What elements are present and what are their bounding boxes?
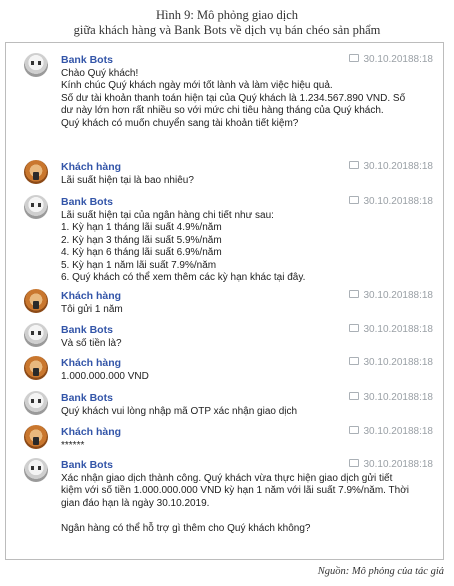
customer-avatar-icon (24, 289, 48, 313)
message-timestamp: 30.10.20188:18 (349, 161, 433, 173)
message-timestamp: 30.10.20188:18 (349, 54, 433, 66)
robot-avatar-icon (24, 391, 48, 415)
sender-name: Bank Bots (61, 324, 113, 336)
chat-bubble-icon (349, 54, 360, 62)
chat-bubble-icon (349, 290, 360, 298)
robot-avatar-icon (24, 195, 48, 219)
message-timestamp: 30.10.20188:18 (349, 357, 433, 369)
caption-subtitle: giữa khách hàng và Bank Bots về dịch vụ … (73, 23, 381, 37)
sender-name: Khách hàng (61, 161, 122, 173)
message-text: Chào Quý khách! Kính chúc Quý khách ngày… (61, 68, 406, 129)
message-timestamp: 30.10.20188:18 (349, 324, 433, 336)
message-text: ****** (61, 440, 85, 451)
chat-bubble-icon (349, 196, 360, 204)
chat-bubble-icon (349, 459, 360, 467)
sender-name: Bank Bots (61, 54, 113, 66)
customer-avatar-icon (24, 425, 48, 449)
message-text: Quý khách vui lòng nhập mã OTP xác nhận … (61, 406, 298, 417)
source-note: Nguồn: Mô phỏng của tác giả (317, 566, 444, 577)
chat-bubble-icon (349, 161, 360, 169)
message-timestamp: 30.10.20188:18 (349, 196, 433, 208)
sender-name: Khách hàng (61, 426, 122, 438)
message-timestamp: 30.10.20188:18 (349, 290, 433, 302)
message-text: Và số tiền là? (61, 338, 122, 349)
sender-name: Khách hàng (61, 357, 122, 369)
chat-bubble-icon (349, 426, 360, 434)
sender-name: Bank Bots (61, 459, 113, 471)
message-timestamp: 30.10.20188:18 (349, 426, 433, 438)
sender-name: Bank Bots (61, 196, 113, 208)
message-text: Xác nhận giao dịch thành công. Quý khách… (61, 473, 409, 534)
message-text: Lãi suất hiện tại là bao nhiêu? (61, 175, 194, 186)
message-text: Lãi suất hiện tại của ngân hàng chi tiết… (61, 210, 306, 284)
robot-avatar-icon (24, 323, 48, 347)
message-timestamp: 30.10.20188:18 (349, 392, 433, 404)
sender-name: Bank Bots (61, 392, 113, 404)
robot-avatar-icon (24, 458, 48, 482)
message-text: 1.000.000.000 VND (61, 371, 149, 382)
chat-bubble-icon (349, 324, 360, 332)
robot-avatar-icon (24, 53, 48, 77)
chat-bubble-icon (349, 357, 360, 365)
message-text: Tôi gửi 1 năm (61, 304, 123, 315)
caption-title: Hình 9: Mô phỏng giao dịch (155, 8, 298, 22)
customer-avatar-icon (24, 356, 48, 380)
chat-window: Bank Bots 30.10.20188:18 Chào Quý khách!… (5, 42, 444, 560)
customer-avatar-icon (24, 160, 48, 184)
chat-bubble-icon (349, 392, 360, 400)
figure-caption: Hình 9: Mô phỏng giao dịch giữa khách hà… (0, 0, 454, 38)
message-timestamp: 30.10.20188:18 (349, 459, 433, 471)
sender-name: Khách hàng (61, 290, 122, 302)
